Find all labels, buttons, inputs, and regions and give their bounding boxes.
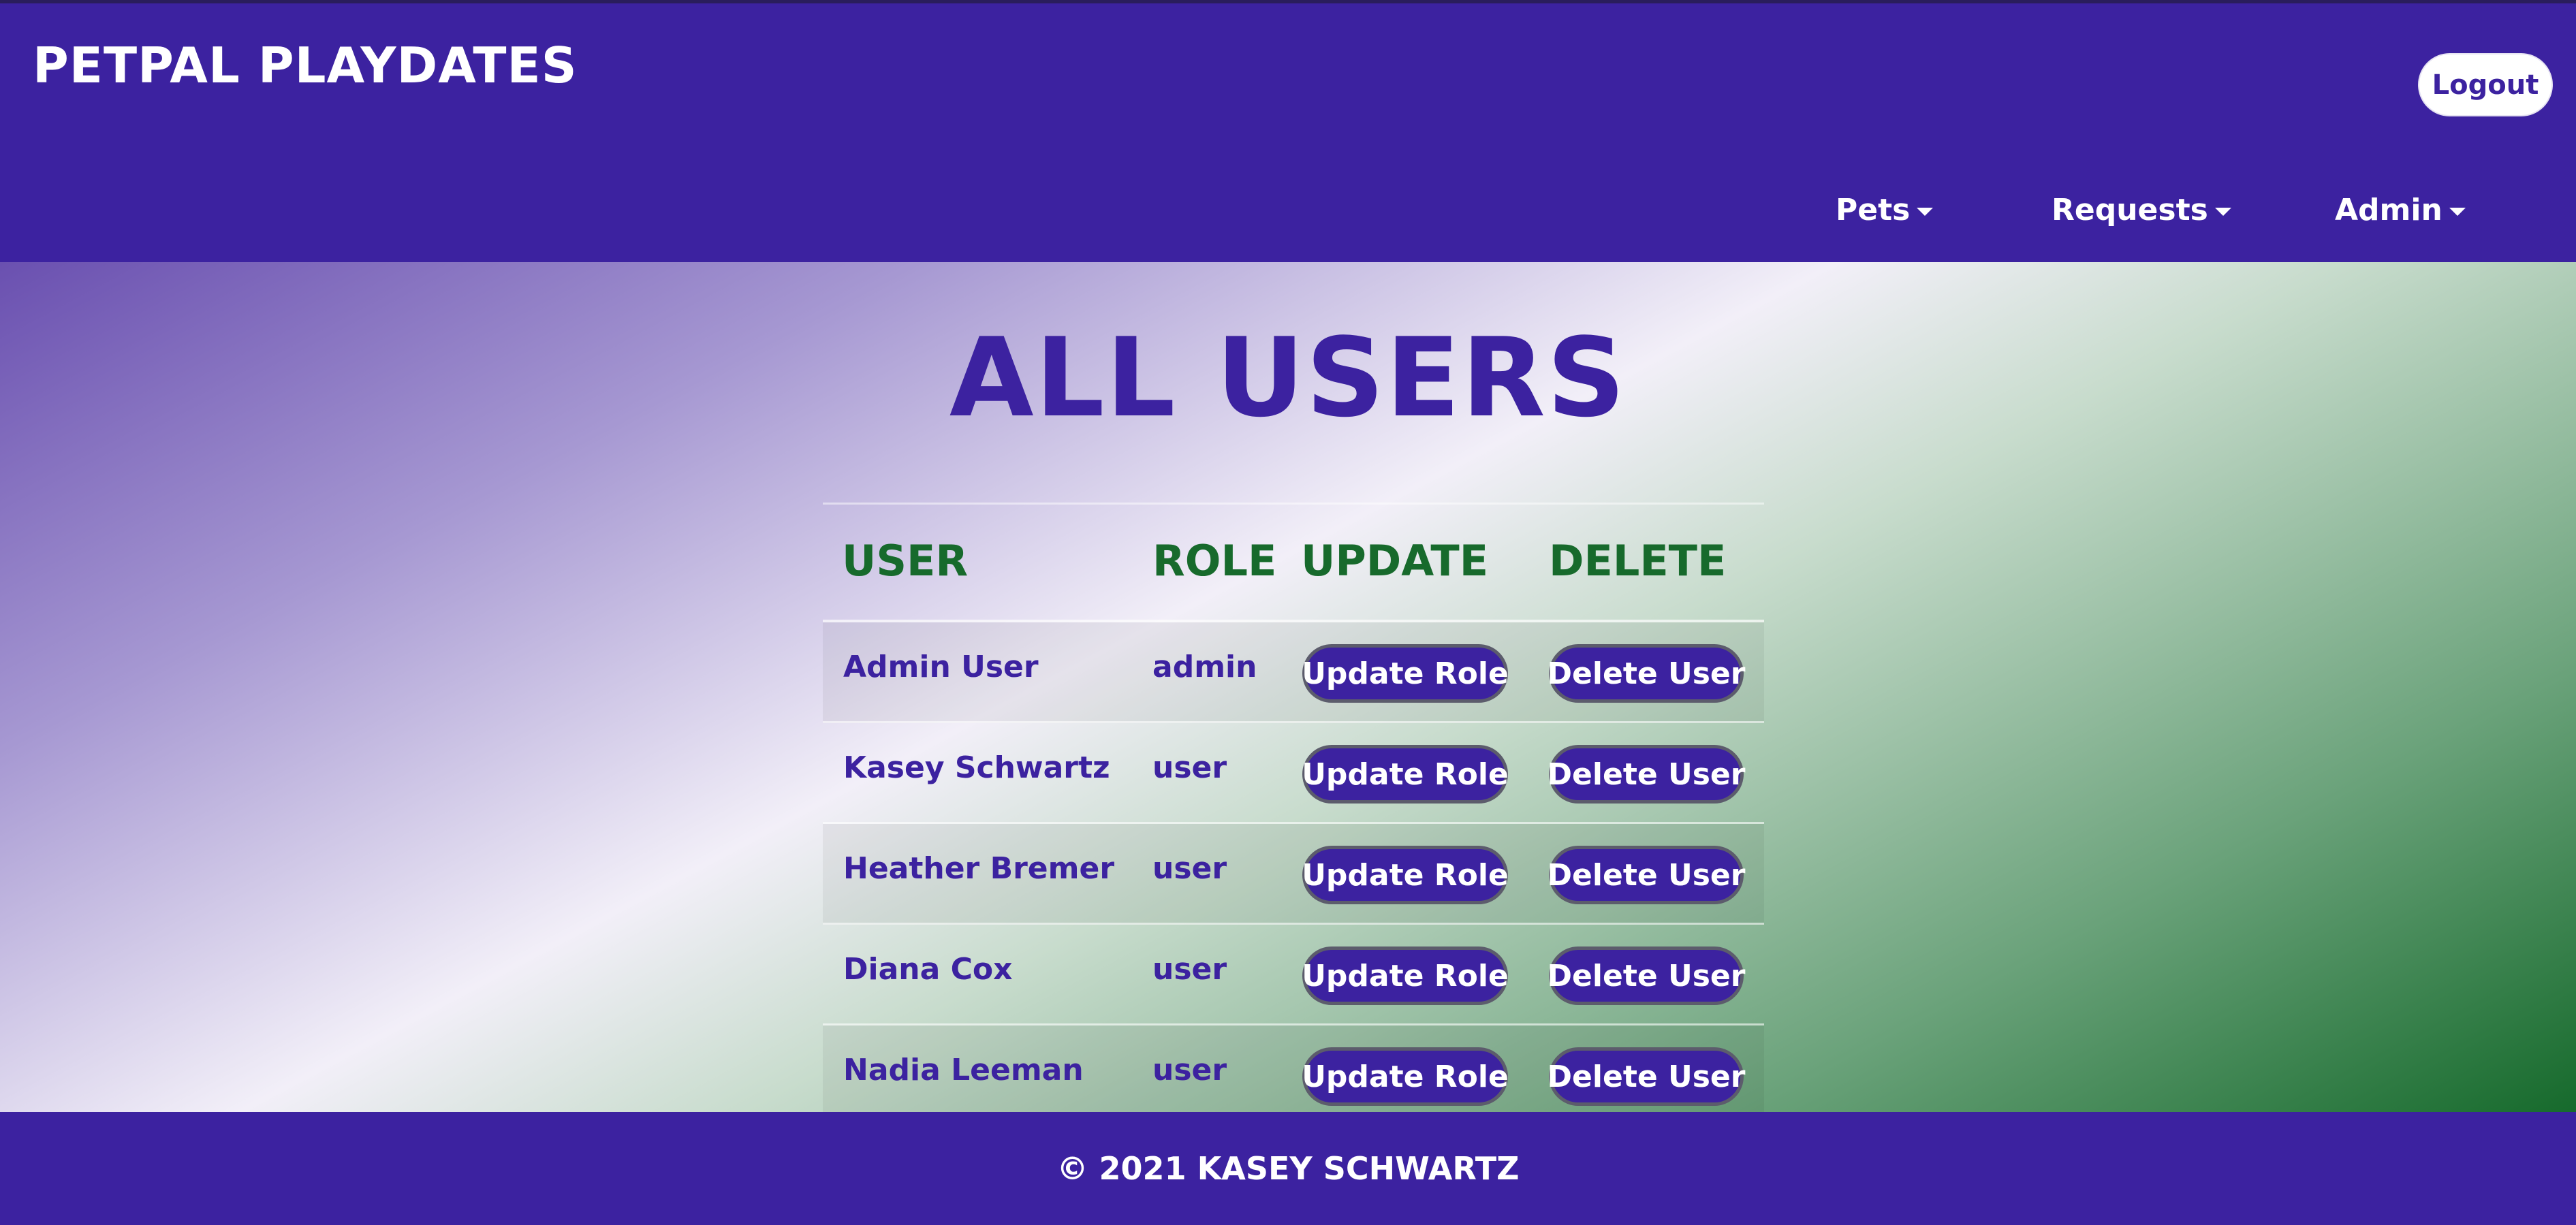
update-role-button[interactable]: Update Role xyxy=(1302,846,1509,904)
column-header-user: USER xyxy=(842,536,969,586)
nav-item-pets[interactable]: Pets xyxy=(1836,193,1934,227)
footer-copyright: © 2021 KASEY SCHWARTZ xyxy=(1056,1150,1520,1187)
delete-user-button[interactable]: Delete User xyxy=(1548,1047,1745,1106)
nav-item-label: Requests xyxy=(2052,193,2208,227)
user-role: user xyxy=(1152,851,1227,886)
users-table: USER ROLE UPDATE DELETE Admin User admin… xyxy=(823,503,1764,1112)
column-header-delete: DELETE xyxy=(1549,536,1727,586)
nav-item-admin[interactable]: Admin xyxy=(2335,195,2466,225)
nav-item-label: Pets xyxy=(1836,193,1911,227)
update-role-button[interactable]: Update Role xyxy=(1302,745,1509,804)
caret-down-icon xyxy=(2449,208,2466,216)
user-role: admin xyxy=(1152,650,1257,684)
update-role-button[interactable]: Update Role xyxy=(1302,644,1509,703)
table-row: Diana Cox user Update Role Delete User xyxy=(823,925,1764,1025)
logout-button[interactable]: Logout xyxy=(2418,53,2553,116)
table-row: Heather Bremer user Update Role Delete U… xyxy=(823,824,1764,925)
user-name: Diana Cox xyxy=(843,952,1013,987)
user-name: Admin User xyxy=(843,650,1039,684)
brand-logo[interactable]: PETPAL PLAYDATES xyxy=(33,41,578,90)
delete-user-button[interactable]: Delete User xyxy=(1548,846,1745,904)
navbar: PETPAL PLAYDATES Logout Pets Requests Ad… xyxy=(0,3,2576,262)
user-name: Heather Bremer xyxy=(843,851,1115,886)
main-content: ALL USERS USER ROLE UPDATE DELETE Admin … xyxy=(0,262,2576,1112)
table-row: Admin User admin Update Role Delete User xyxy=(823,622,1764,723)
update-role-button[interactable]: Update Role xyxy=(1302,946,1509,1005)
delete-user-button[interactable]: Delete User xyxy=(1548,946,1745,1005)
table-header: USER ROLE UPDATE DELETE xyxy=(823,503,1764,622)
delete-user-button[interactable]: Delete User xyxy=(1548,644,1745,703)
user-name: Kasey Schwartz xyxy=(843,750,1110,785)
delete-user-button[interactable]: Delete User xyxy=(1548,745,1745,804)
user-role: user xyxy=(1152,952,1227,987)
page-title: ALL USERS xyxy=(949,314,1627,441)
user-role: user xyxy=(1152,750,1227,785)
user-name: Nadia Leeman xyxy=(843,1053,1084,1087)
nav-item-requests[interactable]: Requests xyxy=(2052,195,2231,225)
caret-down-icon xyxy=(2214,208,2231,216)
column-header-role: ROLE xyxy=(1152,536,1277,586)
column-header-update: UPDATE xyxy=(1301,536,1489,586)
table-row: Nadia Leeman user Update Role Delete Use… xyxy=(823,1025,1764,1112)
nav-item-label: Admin xyxy=(2335,193,2443,227)
table-row: Kasey Schwartz user Update Role Delete U… xyxy=(823,723,1764,824)
update-role-button[interactable]: Update Role xyxy=(1302,1047,1509,1106)
footer: © 2021 KASEY SCHWARTZ xyxy=(0,1112,2576,1225)
user-role: user xyxy=(1152,1053,1227,1087)
caret-down-icon xyxy=(1917,208,1934,216)
